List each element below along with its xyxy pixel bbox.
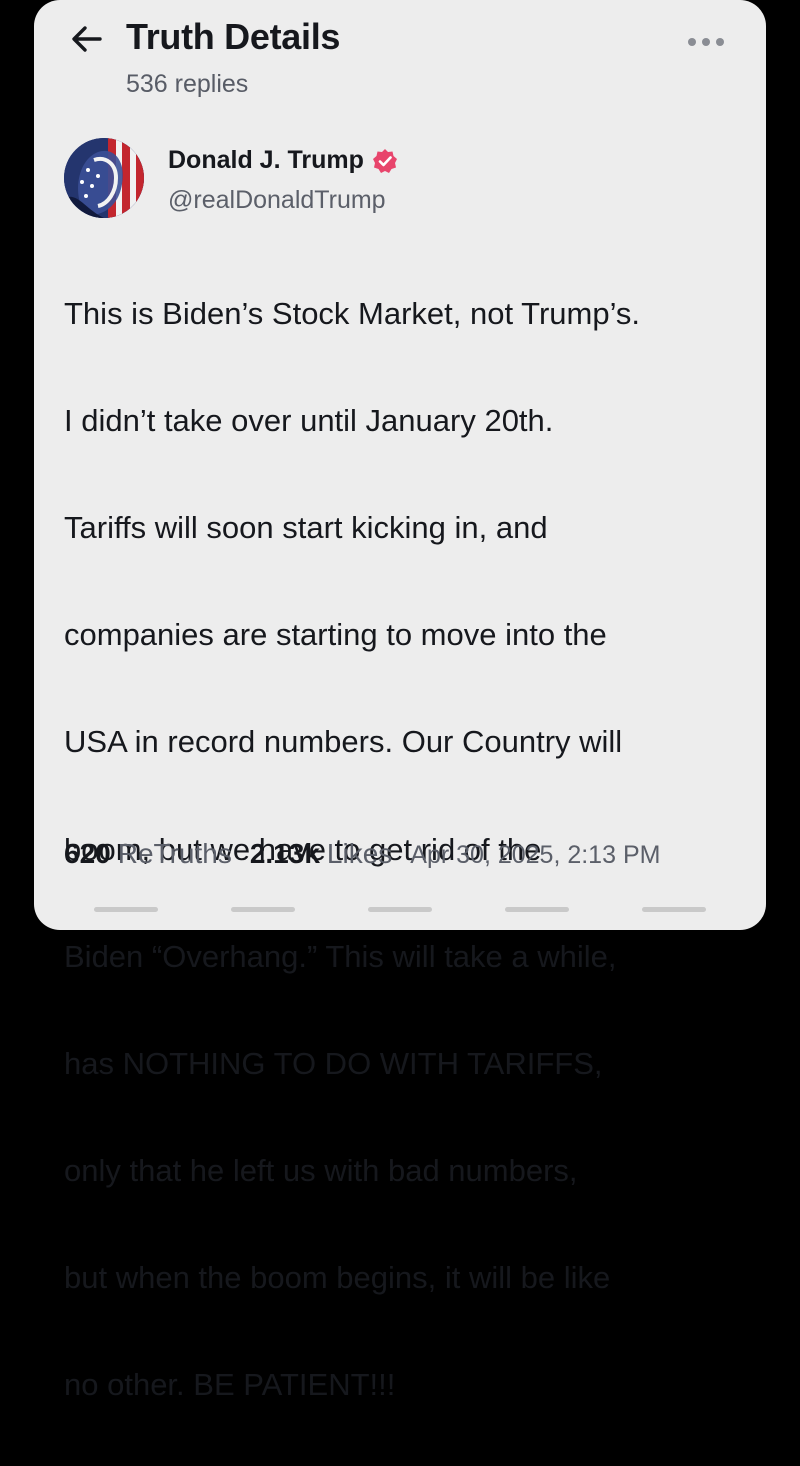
retruths-label: ReTruths [117, 838, 232, 869]
post-line: USA in record numbers. Our Country will [64, 724, 623, 760]
post-stats: 620 ReTruths 2.13k Likes Apr 30, 2025, 2… [64, 838, 746, 870]
post-line: only that he left us with bad numbers, [64, 1153, 578, 1189]
reply-count[interactable]: 536 replies [126, 70, 248, 99]
likes-stat[interactable]: 2.13k Likes [250, 838, 392, 870]
arrow-left-icon[interactable] [70, 22, 104, 56]
reply-action[interactable] [94, 907, 158, 912]
page-title: Truth Details [126, 16, 341, 57]
avatar-image [64, 138, 144, 218]
avatar[interactable] [64, 138, 144, 218]
author-row: Donald J. Trump @realDonaldTrump [64, 138, 736, 222]
more-horizontal-icon[interactable] [686, 36, 726, 48]
post-details-screen: Truth Details 536 replies Donald J. Trum… [34, 0, 766, 1402]
retruths-stat[interactable]: 620 ReTruths [64, 838, 232, 870]
verified-badge-icon [372, 148, 397, 173]
action-bar [94, 907, 706, 912]
post-line: has NOTHING TO DO WITH TARIFFS, [64, 1045, 603, 1081]
share-action[interactable] [505, 907, 569, 912]
retruths-count: 620 [64, 838, 111, 869]
like-action[interactable] [368, 907, 432, 912]
author-name[interactable]: Donald J. Trump [168, 146, 364, 175]
header: Truth Details 536 replies [66, 14, 734, 104]
post-line: companies are starting to move into the [64, 617, 607, 653]
more-action[interactable] [642, 907, 706, 912]
author-handle[interactable]: @realDonaldTrump [168, 186, 386, 215]
likes-label: Likes [326, 838, 393, 869]
post-line: This is Biden’s Stock Market, not Trump’… [64, 295, 641, 331]
post-line: but when the boom begins, it will be lik… [64, 1260, 611, 1296]
post-line: no other. BE PATIENT!!! [64, 1367, 396, 1403]
post-line: Tariffs will soon start kicking in, and [64, 509, 548, 545]
likes-count: 2.13k [249, 838, 320, 869]
post-line: I didn’t take over until January 20th. [64, 402, 554, 438]
post-line: Biden “Overhang.” This will take a while… [64, 938, 617, 974]
post-timestamp: Apr 30, 2025, 2:13 PM [410, 841, 661, 869]
author-name-row: Donald J. Trump [168, 146, 398, 175]
retruth-action[interactable] [231, 907, 295, 912]
